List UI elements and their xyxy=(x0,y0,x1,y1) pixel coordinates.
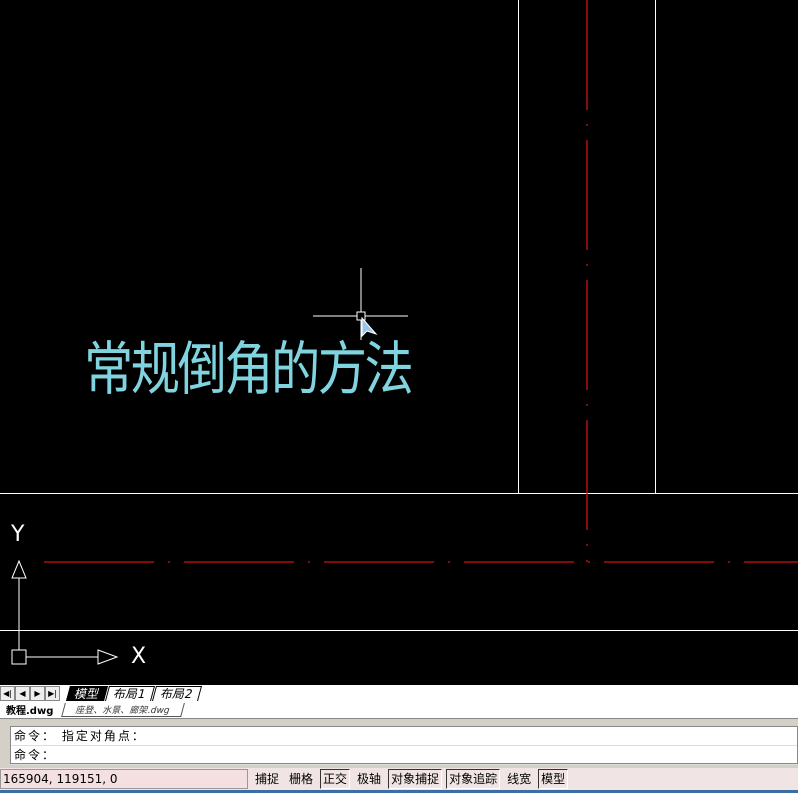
file-tab[interactable]: 座登、水景、廊架.dwg xyxy=(61,702,185,717)
prev-tab-button[interactable]: ◀ xyxy=(15,685,30,701)
grid-toggle[interactable]: 栅格 xyxy=(286,769,316,789)
command-history: 命令： 指定对角点： xyxy=(11,727,797,746)
last-tab-button[interactable]: ▶| xyxy=(45,685,60,701)
status-bar: 165904, 119151, 0 捕捉 栅格 正交 极轴 对象捕捉 对象追踪 … xyxy=(0,768,798,790)
tab-layout1[interactable]: 布局1 xyxy=(105,685,155,701)
axis-x-label: X xyxy=(131,644,147,669)
ucs-icon xyxy=(11,559,119,665)
axis-y-label: Y xyxy=(11,522,25,547)
otrack-toggle[interactable]: 对象追踪 xyxy=(446,769,501,789)
snap-toggle[interactable]: 捕捉 xyxy=(252,769,282,789)
first-tab-button[interactable]: ◀| xyxy=(0,685,15,701)
file-tabs: 教程.dwg 座登、水景、廊架.dwg xyxy=(0,701,798,719)
drawing-canvas[interactable]: Y X 常规倒角的方法 xyxy=(0,0,798,685)
tab-layout2[interactable]: 布局2 xyxy=(151,685,202,701)
lineweight-toggle[interactable]: 线宽 xyxy=(504,769,534,789)
osnap-toggle[interactable]: 对象捕捉 xyxy=(388,769,443,789)
next-tab-button[interactable]: ▶ xyxy=(30,685,45,701)
model-toggle[interactable]: 模型 xyxy=(538,769,569,789)
file-tab-active[interactable]: 教程.dwg xyxy=(0,702,59,717)
command-input[interactable]: 命令： xyxy=(11,746,797,765)
polar-toggle[interactable]: 极轴 xyxy=(354,769,384,789)
tab-model[interactable]: 模型 xyxy=(65,685,109,701)
drawing-text[interactable]: 常规倒角的方法 xyxy=(84,322,414,406)
command-window: 命令： 指定对角点： 命令： xyxy=(0,724,798,765)
coordinates-readout: 165904, 119151, 0 xyxy=(0,769,248,789)
ortho-toggle[interactable]: 正交 xyxy=(320,769,351,789)
layout-tabs: ◀| ◀ ▶ ▶| 模型 布局1 布局2 xyxy=(0,685,798,701)
